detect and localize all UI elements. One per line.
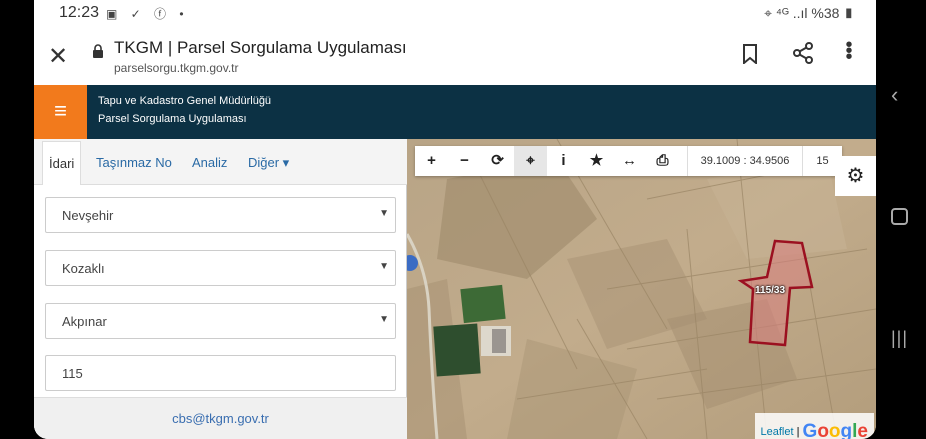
notification-icons: ▣ ✓ ⓕ • (106, 7, 189, 21)
back-icon[interactable]: ‹ (891, 82, 898, 108)
print-icon[interactable]: ⎙ (646, 146, 679, 176)
page-title: TKGM | Parsel Sorgulama Uygulaması (114, 38, 407, 57)
query-tabs: İdari Taşınmaz No Analiz Diğer ▾ (34, 139, 407, 185)
hamburger-menu-button[interactable]: ≡ (34, 85, 87, 139)
locate-icon[interactable]: ⌖ (514, 146, 547, 176)
share-icon[interactable] (792, 42, 814, 64)
ada-input-value: 115 (62, 366, 83, 381)
mahalle-select-value: Akpınar (62, 314, 107, 329)
ilce-select-value: Kozaklı (62, 261, 105, 276)
panel-footer: cbs@tkgm.gov.tr (34, 397, 407, 439)
map-attribution: Leaflet | Google (754, 413, 874, 439)
header-org-name: Tapu ve Kadastro Genel Müdürlüğü (98, 95, 272, 107)
close-icon[interactable]: ✕ (48, 42, 68, 71)
satellite-imagery (407, 139, 876, 439)
recents-icon[interactable]: ||| (891, 328, 908, 349)
ilce-select[interactable]: Kozaklı ▼ (45, 250, 396, 286)
il-select-value: Nevşehir (62, 208, 114, 223)
gear-icon[interactable]: ⚙ (835, 156, 876, 196)
mahalle-select[interactable]: Akpınar ▼ (45, 303, 396, 339)
system-icons: ⌖ ⁴ᴳ ..ıl %38 ▮ (764, 5, 854, 22)
bookmark-icon[interactable] (742, 44, 758, 64)
lock-icon (93, 44, 103, 58)
tab-analiz[interactable]: Analiz (192, 155, 227, 170)
query-panel: İdari Taşınmaz No Analiz Diğer ▾ Nevşehi… (34, 139, 407, 439)
browser-screen: 12:23 ▣ ✓ ⓕ • ⌖ ⁴ᴳ ..ıl %38 ▮ ✕ TKGM | P… (34, 0, 876, 439)
home-icon[interactable] (891, 208, 908, 225)
map-toolbar: + − ⟳ ⌖ i ★ ↔ ⎙ 39.1009 : 34.9506 15 (415, 146, 842, 176)
coordinate-readout: 39.1009 : 34.9506 (687, 146, 803, 176)
battery-level: %38 (811, 5, 840, 21)
chevron-down-icon: ▼ (379, 208, 389, 219)
ada-input[interactable]: 115 (45, 355, 396, 391)
map-view[interactable]: + − ⟳ ⌖ i ★ ↔ ⎙ 39.1009 : 34.9506 15 ⚙ 1… (407, 139, 876, 439)
il-select[interactable]: Nevşehir ▼ (45, 197, 396, 233)
tab-tasinmaz-no[interactable]: Taşınmaz No (96, 155, 172, 170)
battery-icon: ▮ (843, 5, 854, 21)
tab-idari[interactable]: İdari (42, 141, 82, 185)
system-status-icons: ⌖ ⁴ᴳ ..ıl (764, 5, 808, 21)
leaflet-link[interactable]: Leaflet (761, 426, 794, 438)
measure-icon[interactable]: ↔ (613, 146, 646, 176)
star-icon[interactable]: ★ (580, 146, 613, 176)
system-nav-bar: ‹ ||| (876, 0, 926, 439)
contact-email-link[interactable]: cbs@tkgm.gov.tr (34, 411, 407, 426)
info-icon[interactable]: i (547, 146, 580, 176)
google-logo: Google (802, 421, 868, 439)
status-time: 12:23 (59, 4, 100, 21)
chevron-down-icon: ▼ (379, 261, 389, 272)
chevron-down-icon: ▼ (379, 314, 389, 325)
parcel-label: 115/33 (755, 285, 786, 296)
zoom-in-button[interactable]: + (415, 146, 448, 176)
browser-toolbar: ✕ TKGM | Parsel Sorgulama Uygulaması par… (34, 26, 876, 84)
status-bar: 12:23 ▣ ✓ ⓕ • ⌖ ⁴ᴳ ..ıl %38 ▮ (34, 0, 876, 26)
device-frame: 12:23 ▣ ✓ ⓕ • ⌖ ⁴ᴳ ..ıl %38 ▮ ✕ TKGM | P… (0, 0, 926, 439)
tab-diger[interactable]: Diğer ▾ (248, 155, 289, 171)
zoom-out-button[interactable]: − (448, 146, 481, 176)
page-url[interactable]: parselsorgu.tkgm.gov.tr (114, 61, 239, 75)
header-app-name: Parsel Sorgulama Uygulaması (98, 113, 247, 125)
refresh-icon[interactable]: ⟳ (481, 146, 514, 176)
attribution-separator: | (793, 426, 803, 438)
more-vertical-icon[interactable]: • • • (844, 35, 854, 67)
app-header: ≡ Tapu ve Kadastro Genel Müdürlüğü Parse… (34, 85, 876, 139)
